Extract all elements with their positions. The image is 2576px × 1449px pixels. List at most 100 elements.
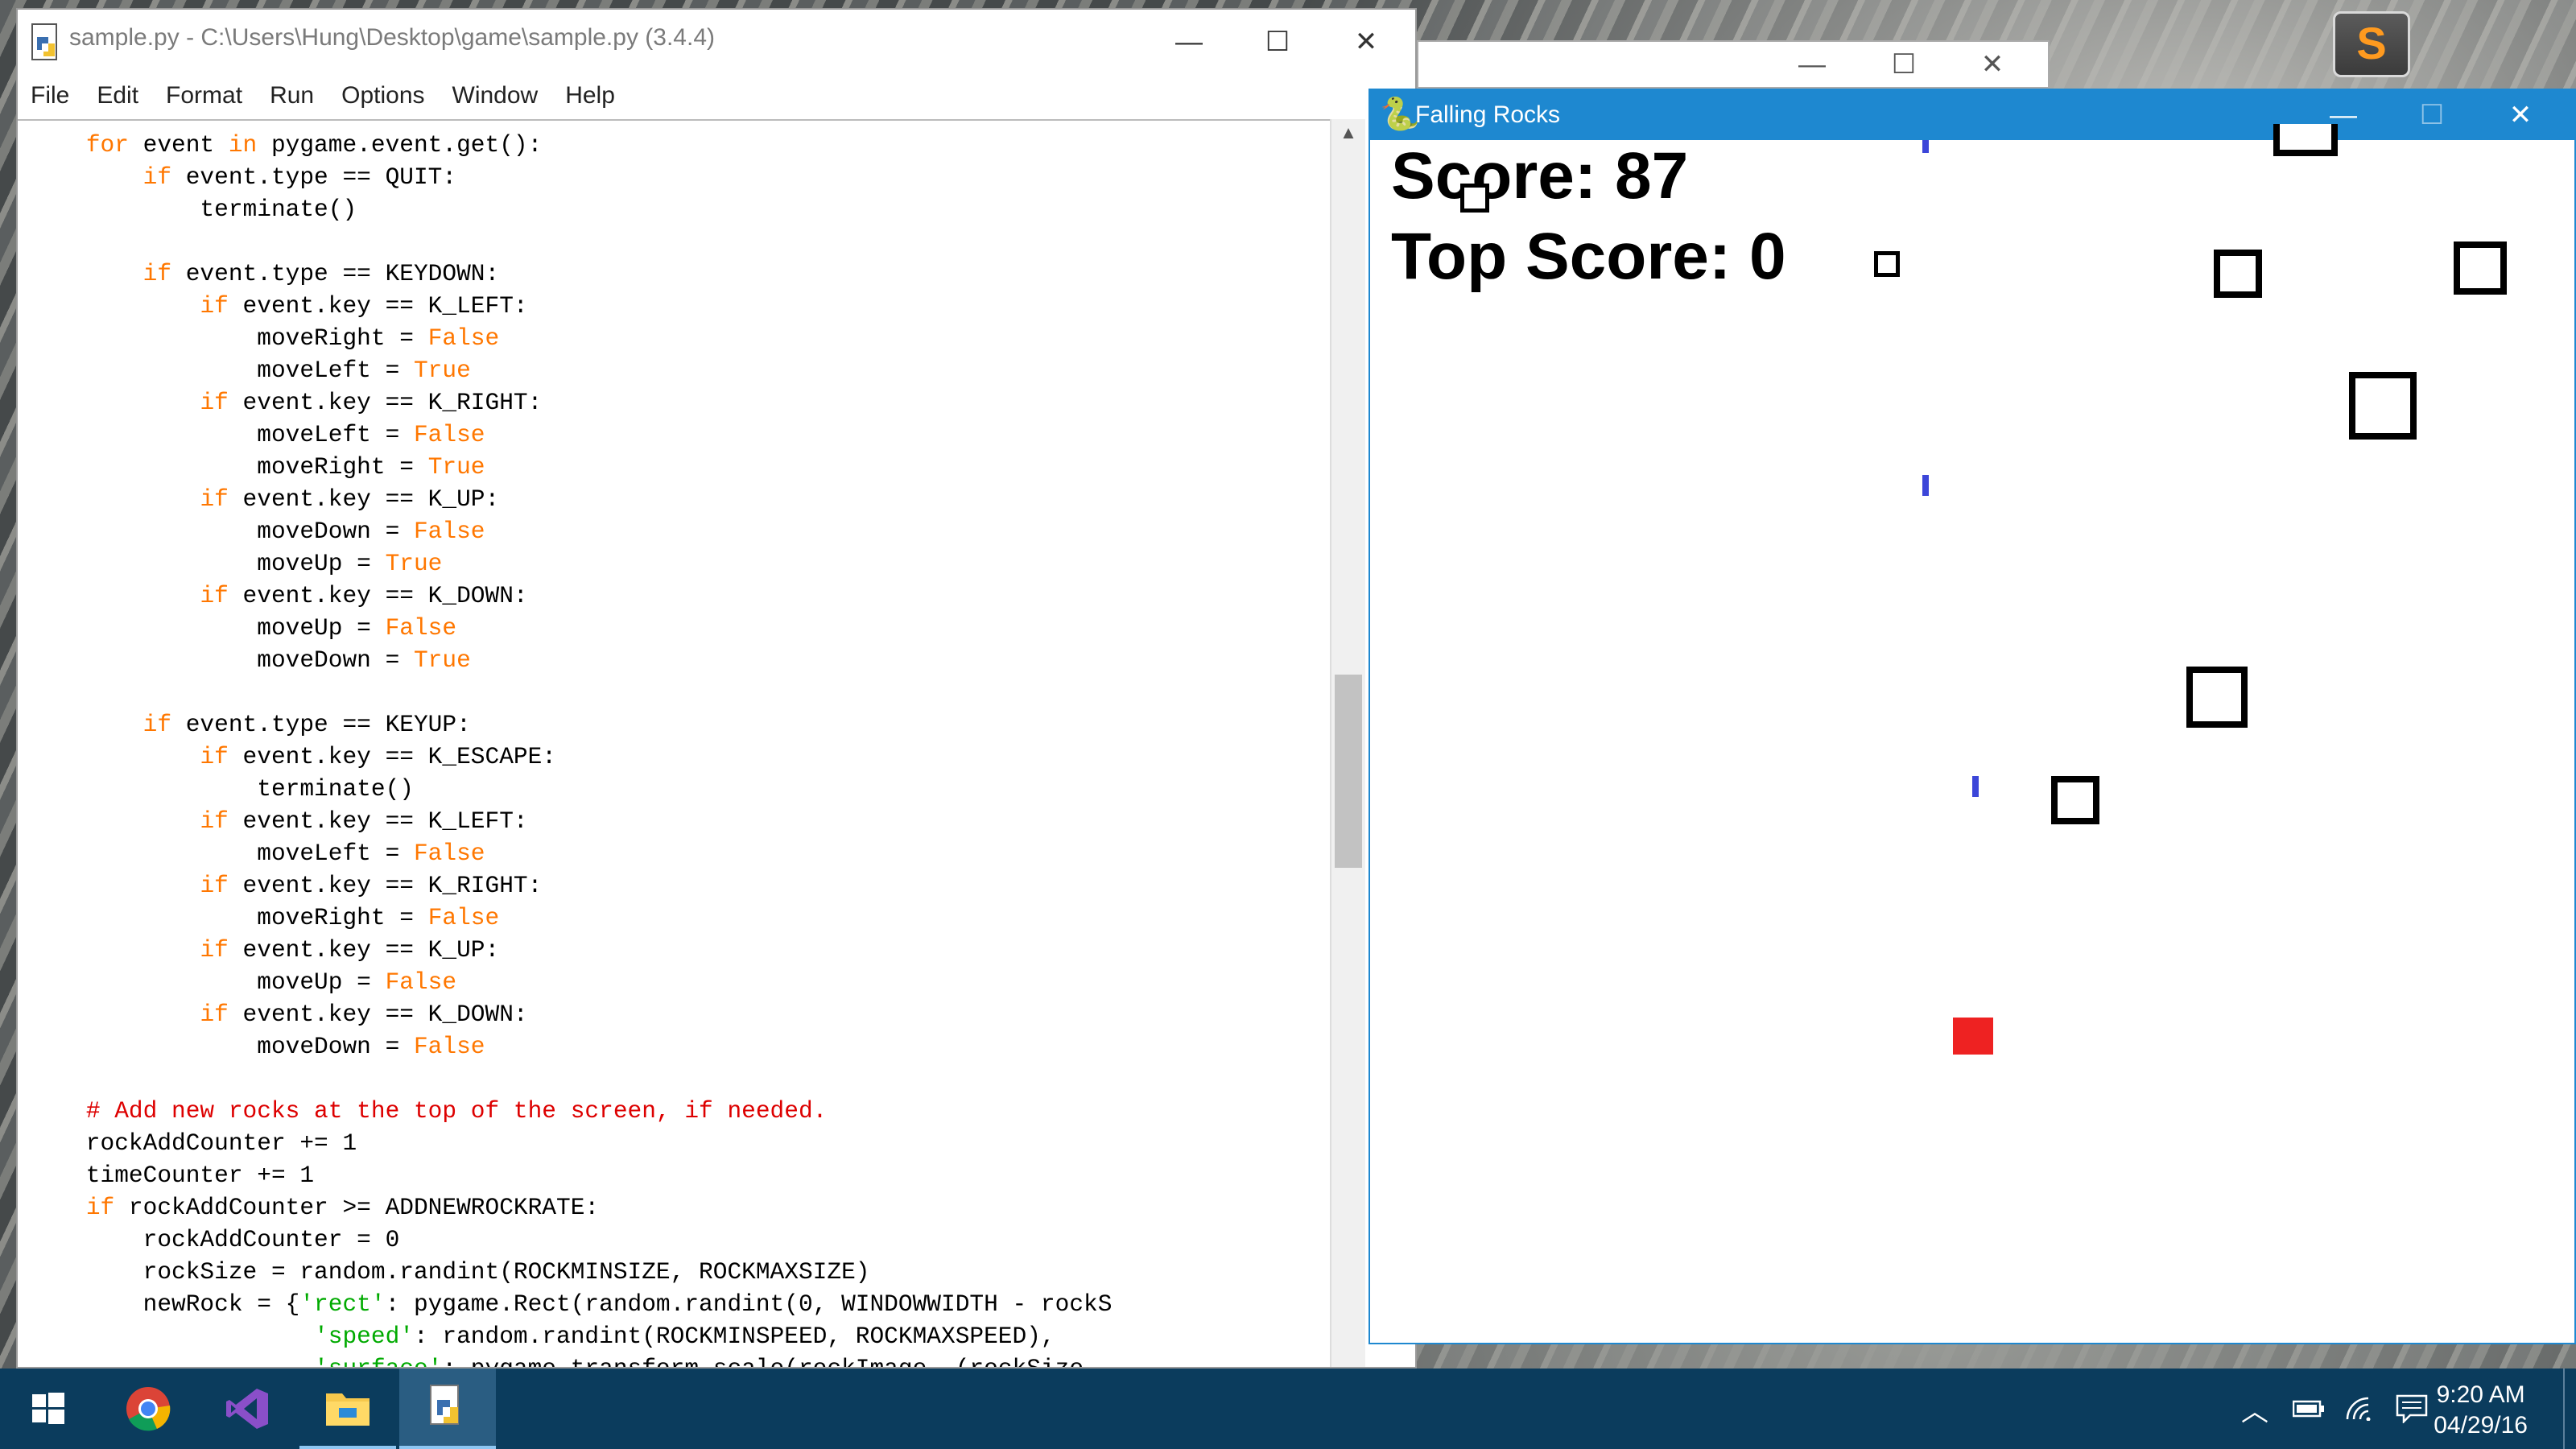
code-line[interactable]: moveRight = True: [29, 451, 1112, 483]
code-line[interactable]: rockSize = random.randint(ROCKMINSIZE, R…: [29, 1256, 1112, 1288]
code-line[interactable]: [29, 225, 1112, 258]
code-line[interactable]: 'surface': pygame.transform.scale(rockIm…: [29, 1352, 1112, 1367]
close-button[interactable]: ✕: [1948, 42, 2037, 87]
code-line[interactable]: moveUp = False: [29, 612, 1112, 644]
scroll-thumb[interactable]: [1335, 675, 1362, 868]
laser: [1922, 140, 1929, 153]
show-hidden-icons-chevron-up-icon[interactable]: ︿: [2241, 1389, 2268, 1429]
code-line[interactable]: moveRight = False: [29, 322, 1112, 354]
maximize-button[interactable]: ☐: [2388, 90, 2476, 140]
code-line[interactable]: [29, 1063, 1112, 1095]
code-line[interactable]: [29, 676, 1112, 708]
code-line[interactable]: moveLeft = False: [29, 837, 1112, 869]
pygame-window: 🐍 Falling Rocks — ☐ ✕ Score: 87 Top Scor…: [1368, 89, 2576, 1344]
wifi-icon[interactable]: [2346, 1397, 2375, 1421]
code-line[interactable]: if event.key == K_LEFT:: [29, 805, 1112, 837]
code-line[interactable]: if event.type == KEYDOWN:: [29, 258, 1112, 290]
code-line[interactable]: moveUp = False: [29, 966, 1112, 998]
code-line[interactable]: # Add new rocks at the top of the screen…: [29, 1095, 1112, 1127]
background-window[interactable]: — ☐ ✕: [1417, 40, 2050, 89]
code-editor[interactable]: for event in pygame.event.get(): if even…: [18, 119, 1330, 1367]
code-line[interactable]: terminate(): [29, 193, 1112, 225]
minimize-button[interactable]: —: [1768, 42, 1856, 87]
scroll-up-arrow-icon[interactable]: ▲: [1331, 122, 1365, 151]
system-clock[interactable]: 9:20 AM 04/29/16: [2434, 1380, 2528, 1441]
rock: [2273, 124, 2338, 156]
rock: [2454, 242, 2507, 295]
maximize-button[interactable]: ☐: [1860, 42, 1948, 87]
minimize-button[interactable]: —: [1145, 10, 1233, 74]
rock: [2214, 250, 2262, 298]
clock-time: 9:20 AM: [2436, 1381, 2525, 1408]
rock: [1460, 184, 1489, 213]
windows-logo-icon: [32, 1393, 64, 1424]
rock: [1874, 251, 1900, 277]
player-ship: [1953, 1018, 1993, 1055]
code-line[interactable]: if event.key == K_UP:: [29, 934, 1112, 966]
sublime-text-desktop-icon[interactable]: S: [2333, 11, 2410, 77]
code-line[interactable]: terminate(): [29, 773, 1112, 805]
code-line[interactable]: moveRight = False: [29, 902, 1112, 934]
code-line[interactable]: 'speed': random.randint(ROCKMINSPEED, RO…: [29, 1320, 1112, 1352]
menu-window[interactable]: Window: [452, 82, 539, 109]
code-line[interactable]: moveLeft = False: [29, 419, 1112, 451]
pygame-snake-icon: 🐍: [1380, 97, 1420, 132]
code-line[interactable]: rockAddCounter += 1: [29, 1127, 1112, 1159]
score-label: Score: 87: [1391, 139, 1689, 213]
code-line[interactable]: moveDown = True: [29, 644, 1112, 676]
code-line[interactable]: newRock = {'rect': pygame.Rect(random.ra…: [29, 1288, 1113, 1320]
vertical-scrollbar[interactable]: ▲: [1330, 119, 1365, 1367]
code-line[interactable]: if event.key == K_DOWN:: [29, 580, 1112, 612]
code-line[interactable]: if event.key == K_RIGHT:: [29, 869, 1112, 902]
close-button[interactable]: ✕: [2476, 90, 2565, 140]
visual-studio-taskbar-button[interactable]: [200, 1368, 296, 1449]
close-button[interactable]: ✕: [1322, 10, 1410, 74]
code-line[interactable]: moveDown = False: [29, 515, 1112, 547]
window-title: sample.py - C:\Users\Hung\Desktop\game\s…: [69, 24, 715, 51]
code-line[interactable]: if event.key == K_DOWN:: [29, 998, 1112, 1030]
code-line[interactable]: if rockAddCounter >= ADDNEWROCKRATE:: [29, 1191, 1112, 1224]
code-line[interactable]: for event in pygame.event.get():: [29, 129, 1112, 161]
code-line[interactable]: rockAddCounter = 0: [29, 1224, 1112, 1256]
menu-options[interactable]: Options: [341, 82, 424, 109]
folder-icon: [326, 1393, 369, 1426]
idle-taskbar-button[interactable]: [399, 1368, 496, 1449]
python-file-icon: [31, 23, 57, 60]
clock-date: 04/29/16: [2434, 1412, 2528, 1439]
start-button[interactable]: [0, 1368, 97, 1449]
pygame-titlebar[interactable]: 🐍 Falling Rocks — ☐ ✕: [1370, 90, 2574, 140]
battery-icon[interactable]: [2293, 1399, 2325, 1418]
system-tray: ︿: [2241, 1368, 2428, 1449]
game-canvas[interactable]: Score: 87 Top Score: 0: [1370, 124, 2574, 1343]
taskbar: ︿ 9:20 AM 04/29/16: [0, 1368, 2576, 1449]
chrome-taskbar-button[interactable]: [100, 1368, 196, 1449]
visual-studio-icon: [226, 1389, 268, 1429]
file-explorer-taskbar-button[interactable]: [299, 1368, 396, 1449]
code-line[interactable]: timeCounter += 1: [29, 1159, 1112, 1191]
laser: [1972, 776, 1979, 797]
laser: [1922, 475, 1929, 496]
code-line[interactable]: moveDown = False: [29, 1030, 1112, 1063]
idle-editor-window: sample.py - C:\Users\Hung\Desktop\game\s…: [16, 8, 1417, 1368]
idle-titlebar[interactable]: sample.py - C:\Users\Hung\Desktop\game\s…: [18, 10, 1415, 74]
code-line[interactable]: if event.key == K_RIGHT:: [29, 386, 1112, 419]
code-line[interactable]: if event.key == K_UP:: [29, 483, 1112, 515]
code-line[interactable]: if event.type == QUIT:: [29, 161, 1112, 193]
menu-file[interactable]: File: [31, 82, 69, 109]
menu-edit[interactable]: Edit: [97, 82, 138, 109]
python-idle-icon: [430, 1385, 459, 1425]
window-title: Falling Rocks: [1415, 101, 1561, 128]
code-text[interactable]: for event in pygame.event.get(): if even…: [29, 129, 1113, 1367]
code-line[interactable]: moveLeft = True: [29, 354, 1112, 386]
menu-help[interactable]: Help: [565, 82, 615, 109]
code-line[interactable]: if event.key == K_LEFT:: [29, 290, 1112, 322]
code-line[interactable]: moveUp = True: [29, 547, 1112, 580]
action-center-notification-icon[interactable]: [2396, 1394, 2428, 1423]
show-desktop-button[interactable]: [2563, 1368, 2571, 1449]
chrome-icon: [126, 1387, 171, 1431]
menu-format[interactable]: Format: [166, 82, 242, 109]
menu-run[interactable]: Run: [270, 82, 314, 109]
maximize-button[interactable]: ☐: [1233, 10, 1322, 74]
code-line[interactable]: if event.key == K_ESCAPE:: [29, 741, 1112, 773]
code-line[interactable]: if event.type == KEYUP:: [29, 708, 1112, 741]
